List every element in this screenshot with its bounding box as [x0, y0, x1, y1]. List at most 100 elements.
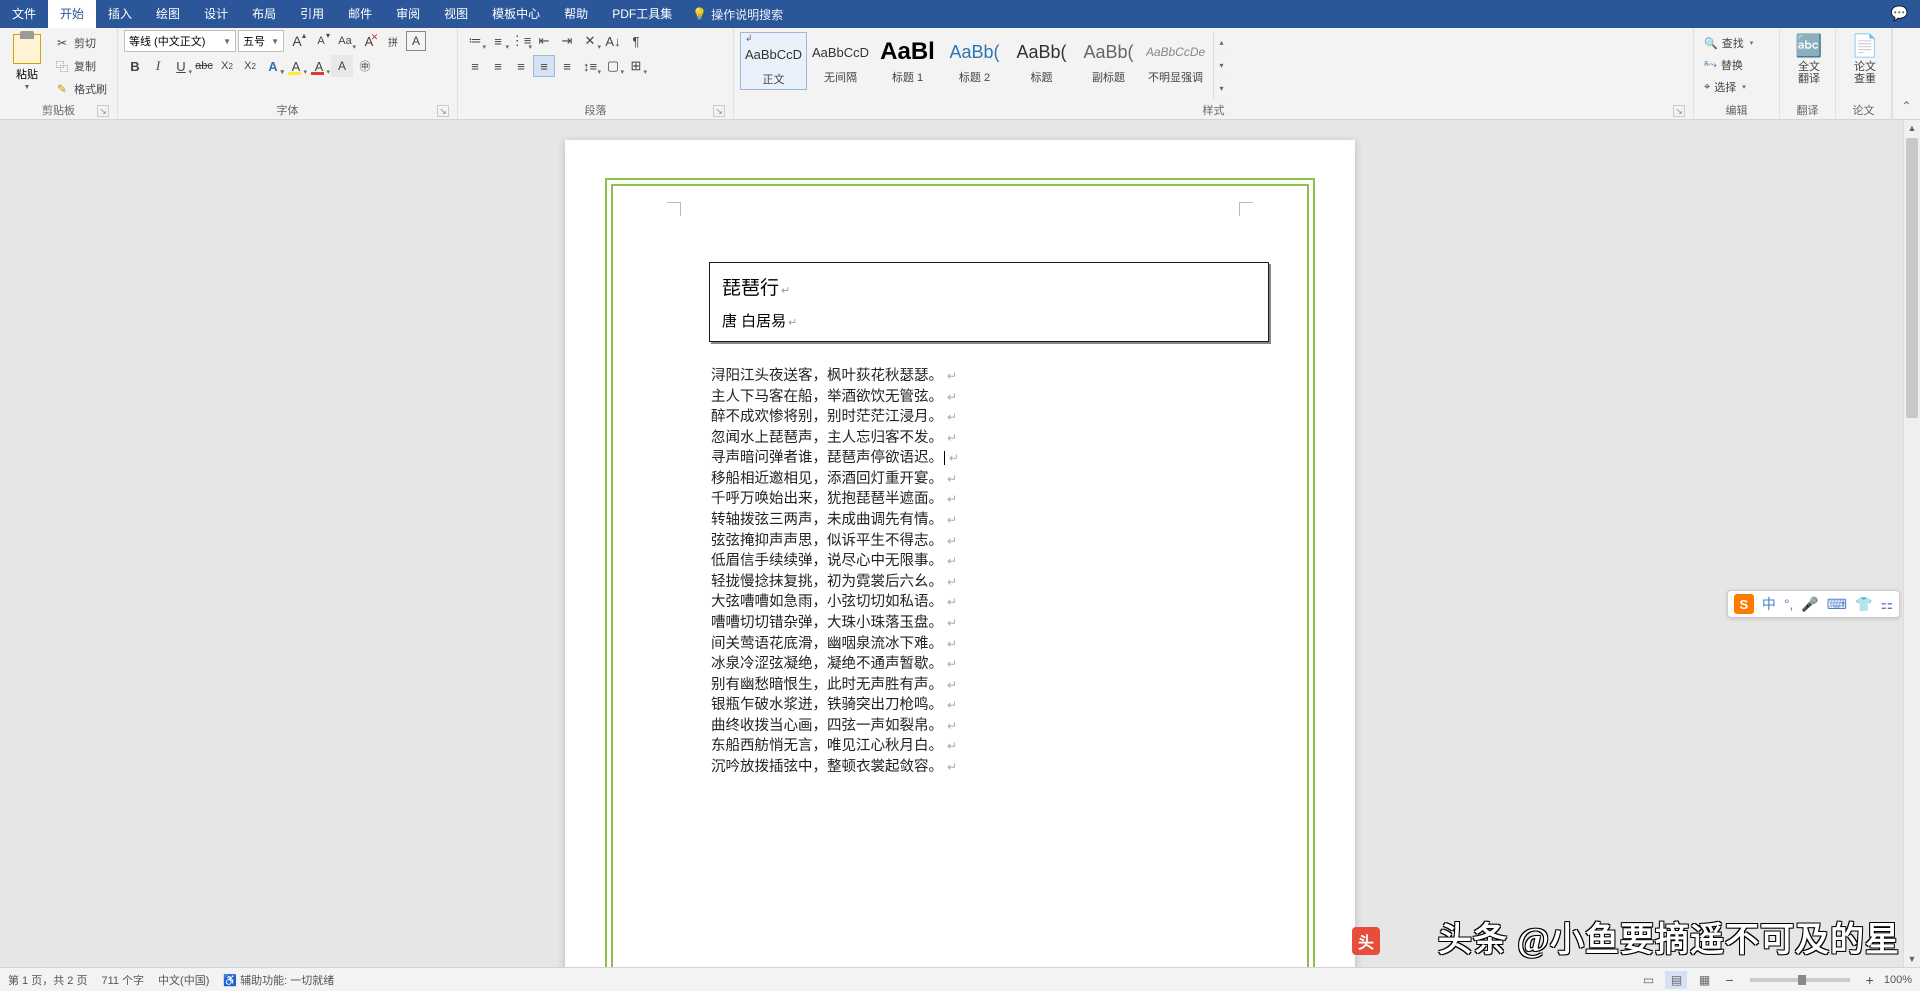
style-item-6[interactable]: AaBbCcDe不明显强调 [1142, 32, 1209, 90]
status-page[interactable]: 第 1 页，共 2 页 [8, 972, 87, 988]
decrease-indent-button[interactable]: ⇤ [533, 30, 555, 52]
paste-button[interactable]: 粘贴 ▼ [6, 32, 48, 91]
strike-button[interactable]: abc [193, 55, 215, 77]
asian-layout-button[interactable]: ✕▾ [579, 30, 601, 52]
collapse-ribbon-button[interactable]: ⌃ [1892, 28, 1920, 119]
grow-font-button[interactable]: A▴ [286, 30, 308, 52]
tab-layout[interactable]: 布局 [240, 0, 288, 28]
paper-check-button[interactable]: 📄 论文 查重 [1842, 30, 1888, 85]
title-text-box[interactable]: 琵琶行↵ 唐 白居易↵ [709, 262, 1269, 342]
ime-skin-icon[interactable]: 👕 [1855, 596, 1872, 613]
tab-file[interactable]: 文件 [0, 0, 48, 28]
char-shading-button[interactable]: A [331, 55, 353, 77]
shrink-font-button[interactable]: A▾ [310, 30, 332, 52]
comments-icon[interactable]: 💬 [1891, 5, 1908, 22]
zoom-in-button[interactable]: + [1862, 972, 1878, 988]
view-read-button[interactable]: ▭ [1637, 971, 1659, 989]
tab-references[interactable]: 引用 [288, 0, 336, 28]
select-button[interactable]: ⌖选择▾ [1700, 76, 1773, 98]
superscript-button[interactable]: X2 [239, 55, 261, 77]
shading-button[interactable]: ▢▾ [602, 55, 624, 77]
tab-view[interactable]: 视图 [432, 0, 480, 28]
ime-mic-icon[interactable]: 🎤 [1801, 596, 1818, 613]
enclose-char-button[interactable]: ㊥ [354, 55, 376, 77]
tab-mail[interactable]: 邮件 [336, 0, 384, 28]
font-name-combo[interactable]: 等线 (中文正文)▼ [124, 30, 236, 52]
font-size-combo[interactable]: 五号▼ [238, 30, 284, 52]
zoom-slider[interactable] [1750, 978, 1850, 982]
italic-button[interactable]: I [147, 55, 169, 77]
align-left-button[interactable]: ≡ [464, 55, 486, 77]
scroll-up-icon[interactable]: ▲ [1904, 120, 1920, 136]
borders-button[interactable]: ⊞▾ [625, 55, 647, 77]
style-item-4[interactable]: AaBb(标题 [1008, 32, 1075, 90]
page[interactable]: 琵琶行↵ 唐 白居易↵ 浔阳江头夜送客，枫叶荻花秋瑟瑟。↵主人下马客在船，举酒欲… [565, 140, 1355, 967]
status-language[interactable]: 中文(中国) [158, 972, 209, 988]
highlight-button[interactable]: A▾ [285, 55, 307, 77]
view-web-button[interactable]: ▦ [1693, 971, 1715, 989]
status-accessibility[interactable]: ♿ 辅助功能: 一切就绪 [223, 972, 334, 988]
zoom-out-button[interactable]: − [1721, 972, 1737, 988]
tab-draw[interactable]: 绘图 [144, 0, 192, 28]
show-marks-button[interactable]: ¶ [625, 30, 647, 52]
status-word-count[interactable]: 711 个字 [101, 972, 144, 988]
translate-button[interactable]: 🔤 全文 翻译 [1786, 30, 1832, 85]
zoom-level[interactable]: 100% [1884, 974, 1912, 986]
numbering-button[interactable]: ≡▾ [487, 30, 509, 52]
copy-button[interactable]: ⿻复制 [50, 55, 111, 77]
style-item-5[interactable]: AaBb(副标题 [1075, 32, 1142, 90]
align-justify-button[interactable]: ≡ [533, 55, 555, 77]
align-distribute-button[interactable]: ≡ [556, 55, 578, 77]
tab-insert[interactable]: 插入 [96, 0, 144, 28]
styles-launcher[interactable]: ↘ [1673, 105, 1685, 117]
font-size-value: 五号 [243, 33, 265, 49]
group-label-styles: 样式↘ [740, 100, 1687, 119]
tab-help[interactable]: 帮助 [552, 0, 600, 28]
tab-pdf[interactable]: PDF工具集 [600, 0, 684, 28]
cut-button[interactable]: ✂剪切 [50, 32, 111, 54]
style-item-1[interactable]: AaBbCcD无间隔 [807, 32, 874, 90]
font-launcher[interactable]: ↘ [437, 105, 449, 117]
ime-keyboard-icon[interactable]: ⌨ [1827, 596, 1847, 613]
font-color-button[interactable]: A▾ [308, 55, 330, 77]
clipboard-launcher[interactable]: ↘ [97, 105, 109, 117]
style-item-0[interactable]: ↲AaBbCcD正文 [740, 32, 807, 90]
text-effects-button[interactable]: A▾ [262, 55, 284, 77]
increase-indent-button[interactable]: ⇥ [556, 30, 578, 52]
line-spacing-button[interactable]: ↕≡▾ [579, 55, 601, 77]
style-item-2[interactable]: AaBl标题 1 [874, 32, 941, 90]
change-case-button[interactable]: Aa▾ [334, 30, 356, 52]
format-painter-button[interactable]: ✎格式刷 [50, 78, 111, 100]
bold-button[interactable]: B [124, 55, 146, 77]
view-print-button[interactable]: ▤ [1665, 971, 1687, 989]
char-border-button[interactable]: A [406, 31, 426, 51]
tab-home[interactable]: 开始 [48, 0, 96, 28]
align-right-button[interactable]: ≡ [510, 55, 532, 77]
styles-gallery-scroll[interactable]: ▴▾▾ [1213, 32, 1229, 100]
underline-button[interactable]: U▾ [170, 55, 192, 77]
poem-body[interactable]: 浔阳江头夜送客，枫叶荻花秋瑟瑟。↵主人下马客在船，举酒欲饮无管弦。↵醉不成欢惨将… [711, 366, 1291, 778]
phonetic-button[interactable]: 拼 [382, 30, 404, 52]
find-button[interactable]: 🔍查找▾ [1700, 32, 1773, 54]
scroll-thumb[interactable] [1906, 138, 1918, 418]
ime-menu-icon[interactable]: ⚏ [1880, 596, 1893, 613]
scroll-down-icon[interactable]: ▼ [1904, 951, 1920, 967]
tab-design[interactable]: 设计 [192, 0, 240, 28]
style-item-3[interactable]: AaBb(标题 2 [941, 32, 1008, 90]
tab-review[interactable]: 审阅 [384, 0, 432, 28]
tab-templates[interactable]: 模板中心 [480, 0, 552, 28]
bullets-button[interactable]: ≔▾ [464, 30, 486, 52]
replace-button[interactable]: ᵃ⤳替换 [1700, 54, 1773, 76]
ime-toolbar[interactable]: S 中 °, 🎤 ⌨ 👕 ⚏ [1727, 590, 1900, 618]
ime-lang-indicator[interactable]: 中 [1762, 594, 1776, 614]
find-label: 查找 [1722, 35, 1744, 51]
vertical-scrollbar[interactable]: ▲ ▼ [1903, 120, 1920, 967]
subscript-button[interactable]: X2 [216, 55, 238, 77]
ime-punct-icon[interactable]: °, [1784, 596, 1794, 612]
multilevel-button[interactable]: ⋮≡▾ [510, 30, 532, 52]
sort-button[interactable]: A↓ [602, 30, 624, 52]
clear-format-button[interactable]: A✕ [358, 30, 380, 52]
tell-me-search[interactable]: 💡 操作说明搜索 [692, 6, 783, 23]
paragraph-launcher[interactable]: ↘ [713, 105, 725, 117]
align-center-button[interactable]: ≡ [487, 55, 509, 77]
